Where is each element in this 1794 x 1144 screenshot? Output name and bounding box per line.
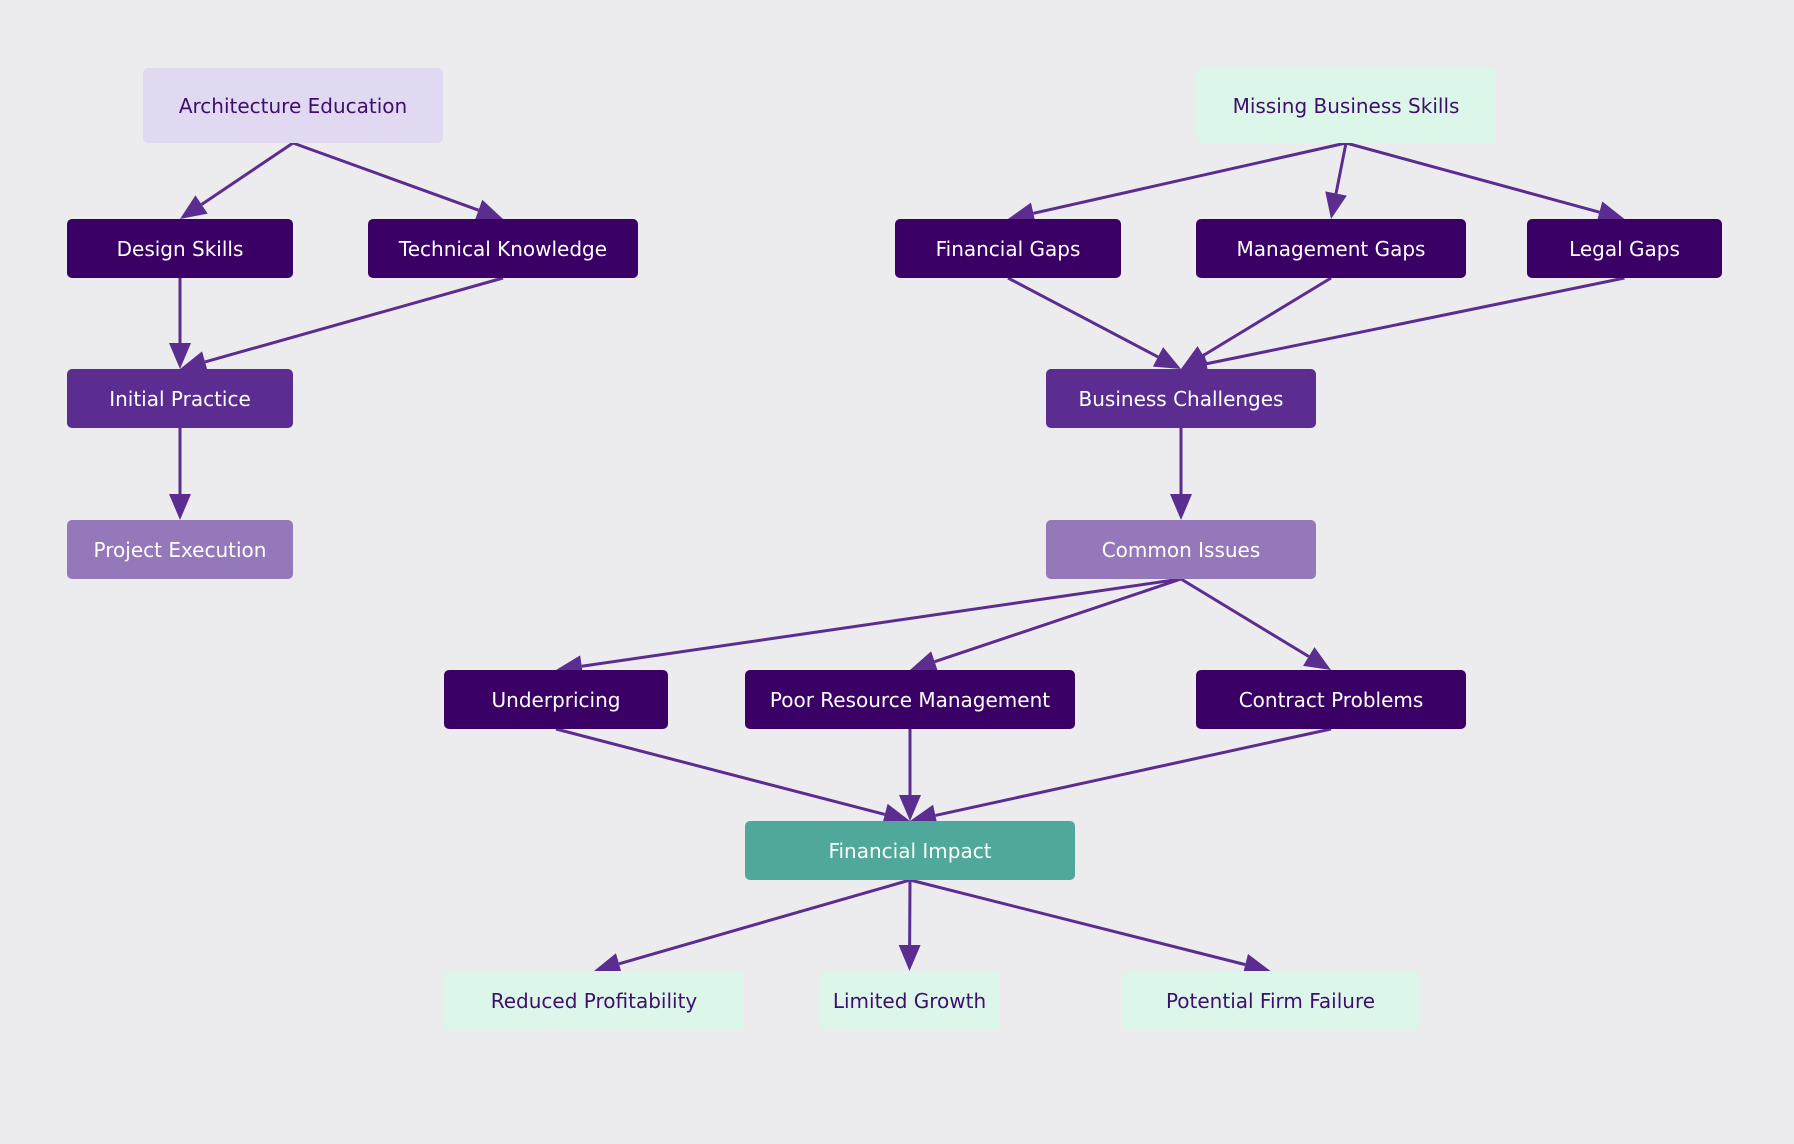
node-design-skills[interactable]: Design Skills (67, 219, 293, 278)
arrowhead-icon (474, 199, 503, 221)
edge-common-to-poor_res (910, 577, 1182, 673)
node-underpricing[interactable]: Underpricing (444, 670, 668, 729)
edge-arch_edu-to-design (180, 141, 294, 219)
node-poor-resource-management[interactable]: Poor Resource Management (745, 670, 1075, 729)
edge-fin_gaps-to-biz_chal (1007, 276, 1181, 369)
edge-line (200, 141, 294, 206)
arrowhead-icon (1325, 191, 1347, 219)
edge-line (555, 727, 886, 816)
arrowhead-icon (1303, 647, 1331, 670)
edge-common-to-underpricing (556, 577, 1182, 678)
edge-legal_gaps-to-biz_chal (1181, 276, 1625, 375)
edge-arch_edu-to-technical (292, 141, 503, 221)
edge-line (581, 577, 1182, 668)
node-label: Financial Impact (828, 838, 992, 863)
node-management-gaps[interactable]: Management Gaps (1196, 219, 1466, 278)
node-label: Design Skills (116, 236, 244, 261)
edge-fin_impact-to-failure (909, 878, 1271, 976)
node-business-challenges[interactable]: Business Challenges (1046, 369, 1316, 428)
node-label: Underpricing (491, 687, 621, 712)
node-contract-problems[interactable]: Contract Problems (1196, 670, 1466, 729)
edge-contract-to-fin_impact (910, 727, 1332, 827)
node-label: Reduced Profitability (490, 988, 698, 1013)
node-label: Contract Problems (1238, 687, 1424, 712)
node-label: Project Execution (93, 537, 267, 562)
edge-missing-to-mgmt_gaps (1325, 142, 1348, 219)
edge-line (1345, 141, 1600, 214)
arrowhead-icon (169, 494, 191, 520)
node-architecture-education[interactable]: Architecture Education (143, 68, 443, 143)
edge-initial-to-project (169, 428, 191, 520)
arrowhead-icon (898, 944, 921, 971)
edge-technical-to-initial (180, 276, 504, 373)
node-reduced-profitability[interactable]: Reduced Profitability (444, 971, 744, 1030)
node-label: Missing Business Skills (1232, 93, 1460, 118)
node-label: Business Challenges (1078, 386, 1284, 411)
edge-line (1033, 141, 1347, 215)
edge-design-to-initial (169, 278, 191, 369)
edge-line (1007, 276, 1159, 359)
edge-fin_impact-to-reduced (594, 878, 911, 975)
node-legal-gaps[interactable]: Legal Gaps (1527, 219, 1722, 278)
node-label: Financial Gaps (935, 236, 1081, 261)
edge-line (204, 276, 504, 364)
node-technical-knowledge[interactable]: Technical Knowledge (368, 219, 638, 278)
edge-line (292, 141, 480, 212)
edge-line (935, 727, 1332, 817)
node-label: Management Gaps (1236, 236, 1426, 261)
node-label: Architecture Education (178, 93, 408, 118)
edge-missing-to-fin_gaps (1008, 141, 1347, 225)
edge-missing-to-legal_gaps (1345, 141, 1625, 223)
node-common-issues[interactable]: Common Issues (1046, 520, 1316, 579)
edge-line (618, 878, 911, 966)
node-financial-impact[interactable]: Financial Impact (745, 821, 1075, 880)
arrowhead-icon (1170, 494, 1192, 520)
edge-poor_res-to-fin_impact (899, 729, 921, 821)
node-label: Initial Practice (109, 386, 251, 411)
edge-line (934, 577, 1182, 664)
node-label: Technical Knowledge (398, 236, 608, 261)
node-missing-business-skills[interactable]: Missing Business Skills (1196, 68, 1496, 143)
node-limited-growth[interactable]: Limited Growth (819, 971, 1000, 1030)
node-initial-practice[interactable]: Initial Practice (67, 369, 293, 428)
edge-line (1334, 142, 1348, 194)
edge-underpricing-to-fin_impact (555, 727, 910, 826)
node-label: Potential Firm Failure (1165, 988, 1376, 1013)
node-label: Common Issues (1101, 537, 1261, 562)
node-financial-gaps[interactable]: Financial Gaps (895, 219, 1121, 278)
node-project-execution[interactable]: Project Execution (67, 520, 293, 579)
node-potential-firm-failure[interactable]: Potential Firm Failure (1121, 971, 1420, 1030)
node-label: Limited Growth (832, 988, 987, 1013)
edge-biz_chal-to-common (1170, 428, 1192, 520)
edge-line (909, 878, 1246, 967)
edge-line (1202, 276, 1332, 357)
edge-fin_impact-to-limited (898, 879, 921, 971)
edge-common-to-contract (1180, 577, 1331, 670)
edge-line (1206, 276, 1625, 366)
arrowhead-icon (180, 195, 208, 219)
edge-line (1180, 577, 1310, 658)
node-label: Poor Resource Management (769, 687, 1051, 712)
node-label: Legal Gaps (1569, 236, 1680, 261)
